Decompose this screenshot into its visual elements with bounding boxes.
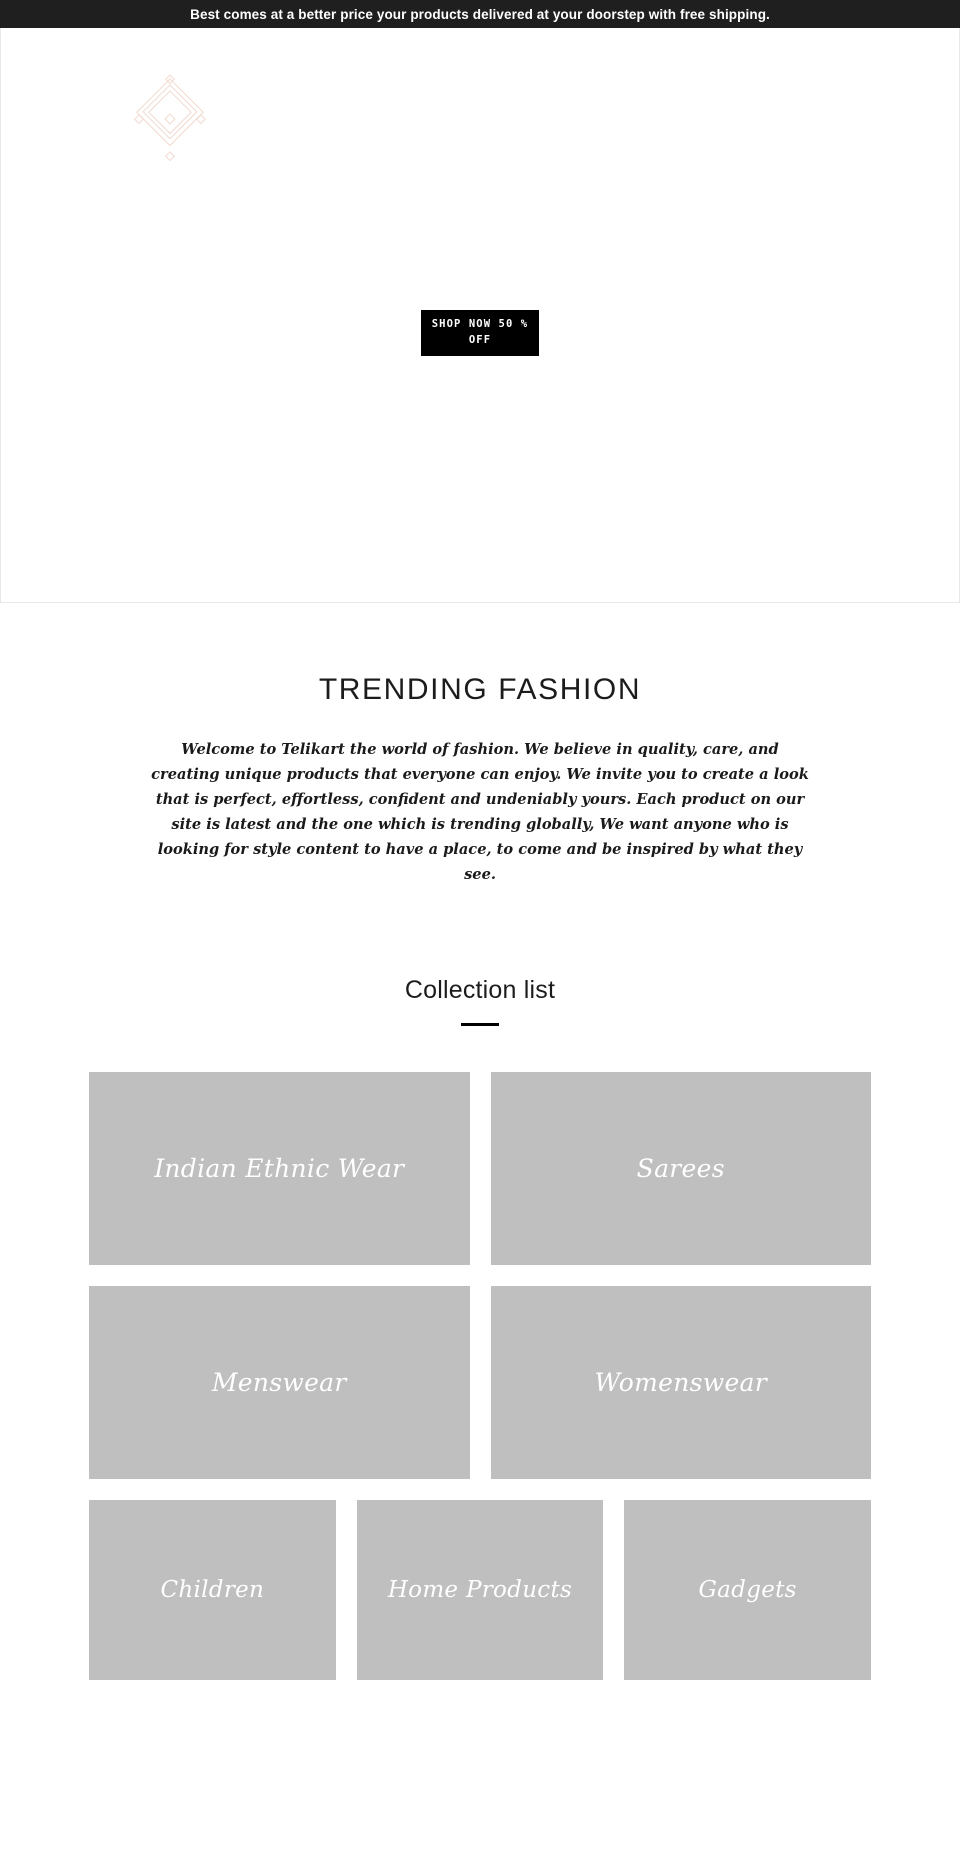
collection-card-label: Gadgets [698, 1576, 797, 1603]
announcement-text: Best comes at a better price your produc… [190, 6, 770, 22]
hero-cta-container: SHOP NOW 50 % OFF [1, 310, 959, 356]
diamond-geometric-logo-icon[interactable] [131, 73, 209, 165]
trending-fashion-section: TRENDING FASHION Welcome to Telikart the… [0, 603, 960, 888]
collection-card[interactable]: Womenswear [490, 1285, 871, 1479]
collection-card-label: Womenswear [594, 1367, 768, 1397]
collection-card[interactable]: Indian Ethnic Wear [89, 1071, 470, 1265]
trending-fashion-heading: TRENDING FASHION [318, 673, 642, 706]
collection-card[interactable]: Menswear [89, 1285, 470, 1479]
shop-now-button[interactable]: SHOP NOW 50 % OFF [421, 310, 539, 356]
page-bottom-spacer [0, 1680, 960, 1714]
collection-card[interactable]: Gadgets [624, 1499, 871, 1680]
collection-card[interactable]: Sarees [490, 1071, 871, 1265]
collection-card-label: Indian Ethnic Wear [154, 1153, 405, 1183]
collection-card[interactable]: Home Products [356, 1499, 604, 1680]
heading-divider [461, 1022, 499, 1026]
trending-fashion-description: Welcome to Telikart the world of fashion… [151, 741, 809, 884]
collection-list-heading: Collection list [404, 975, 556, 1004]
collection-list-section: Collection list Indian Ethnic Wear Sarees… [0, 888, 960, 1680]
collection-card-label: Sarees [636, 1153, 725, 1183]
collection-card-label: Home Products [387, 1576, 573, 1603]
collection-card-label: Menswear [211, 1367, 347, 1397]
collection-grid: Indian Ethnic Wear Sarees Menswear Womenswe… [89, 1071, 871, 1680]
collection-card-label: Children [160, 1576, 265, 1603]
announcement-bar: Best comes at a better price your produc… [0, 0, 960, 28]
hero-banner: SHOP NOW 50 % OFF [0, 28, 960, 603]
collection-card[interactable]: Children [89, 1499, 336, 1680]
